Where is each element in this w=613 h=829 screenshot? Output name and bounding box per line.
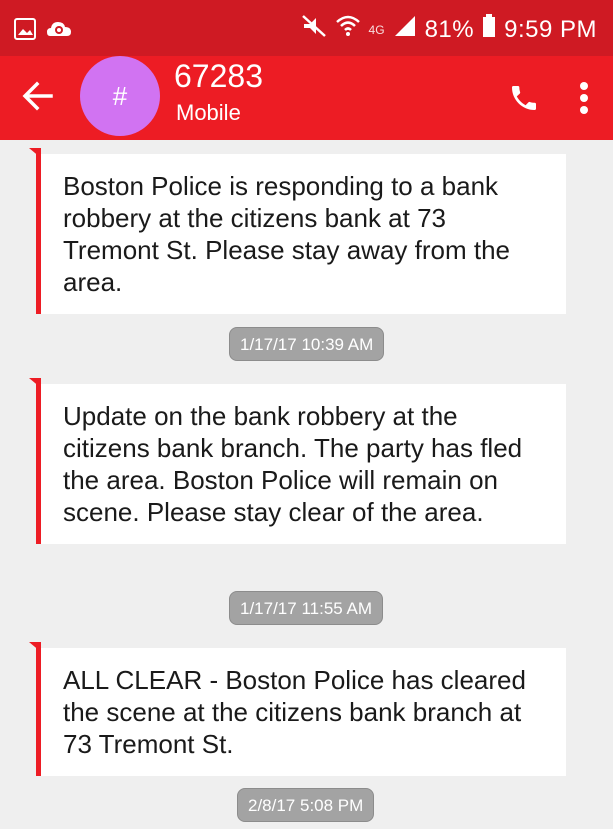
call-button[interactable]: [500, 76, 548, 124]
message-timestamp: 2/8/17 5:08 PM: [237, 788, 375, 822]
message-timestamp: 1/17/17 11:55 AM: [229, 591, 384, 625]
contact-type: Mobile: [176, 100, 241, 125]
message-timestamp: 1/17/17 10:39 AM: [229, 327, 385, 361]
signal-icon: [393, 14, 417, 45]
bubble-tail: [29, 642, 41, 652]
message-bubble[interactable]: ALL CLEAR - Boston Police has cleared th…: [29, 642, 566, 776]
gallery-icon: [14, 18, 36, 45]
bubble-tail: [29, 148, 41, 158]
mute-icon: [301, 14, 327, 45]
app-bar: # 67283 Mobile: [0, 56, 613, 140]
more-vert-icon: [579, 81, 589, 120]
back-button[interactable]: [14, 74, 62, 122]
network-type-label: 4G: [368, 22, 385, 37]
message-text: ALL CLEAR - Boston Police has cleared th…: [63, 665, 526, 759]
more-options-button[interactable]: [568, 76, 600, 124]
message-bubble[interactable]: Boston Police is responding to a bank ro…: [29, 148, 566, 314]
phone-icon: [508, 82, 540, 119]
avatar[interactable]: #: [80, 56, 160, 136]
app-notification-icon: [46, 18, 72, 45]
message-text: Boston Police is responding to a bank ro…: [63, 171, 510, 297]
status-right-icons: 4G 81% 9:59 PM: [301, 14, 597, 45]
status-bar: 4G 81% 9:59 PM: [0, 0, 613, 56]
battery-icon: [482, 14, 496, 45]
battery-percent: 81%: [424, 15, 475, 43]
status-time: 9:59 PM: [504, 15, 597, 43]
message-bubble[interactable]: Update on the bank robbery at the citize…: [29, 378, 566, 544]
conversation-thread[interactable]: Boston Police is responding to a bank ro…: [0, 140, 613, 829]
back-arrow-icon: [21, 79, 55, 118]
wifi-icon: [335, 14, 361, 45]
contact-name: 67283: [174, 58, 263, 94]
status-left-icons: [14, 18, 72, 45]
bubble-tail: [29, 378, 41, 388]
message-text: Update on the bank robbery at the citize…: [63, 401, 523, 527]
